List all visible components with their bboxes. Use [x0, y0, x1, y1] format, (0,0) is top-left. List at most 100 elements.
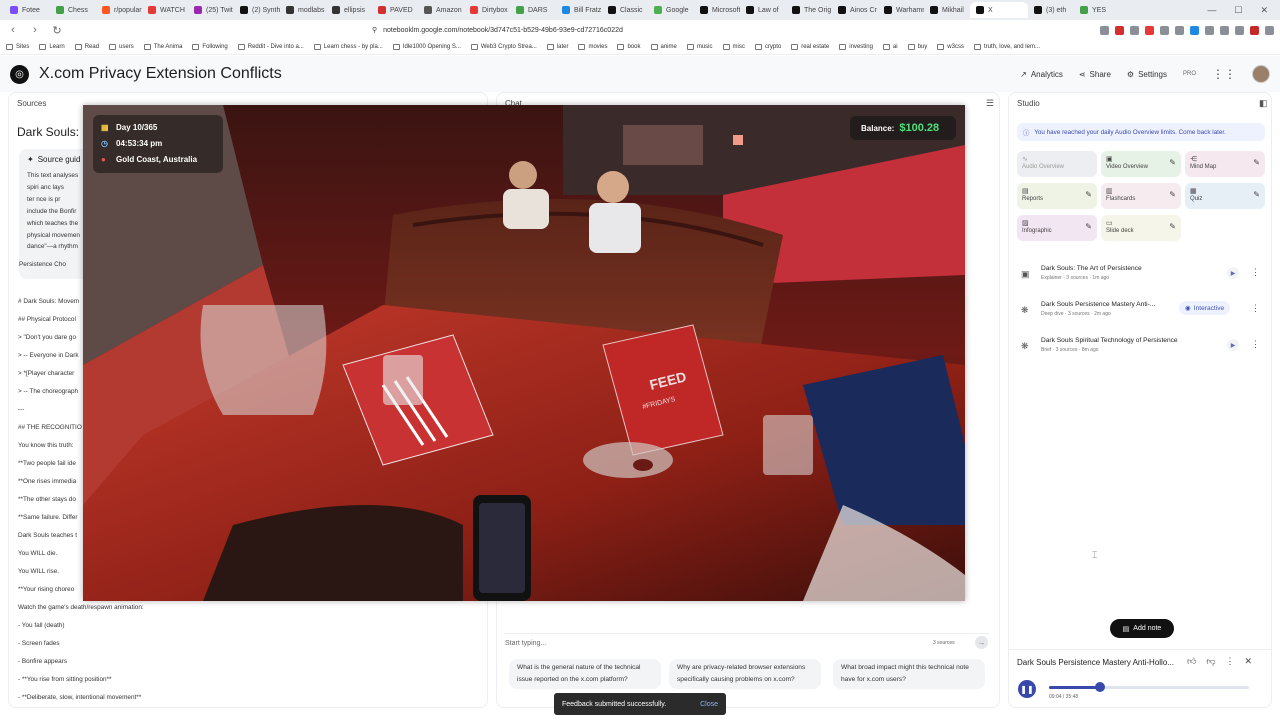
studio-tile[interactable]: ▭ Slide deck ✎ [1101, 215, 1181, 241]
browser-tab[interactable]: ellipsis [326, 2, 372, 18]
extension-icon[interactable] [1160, 25, 1169, 35]
bookmark-item[interactable]: Reddit - Dive into a... [237, 44, 304, 50]
share-button[interactable]: ⋖ Share [1079, 70, 1111, 79]
topic-chip[interactable]: Persistence Cho [19, 261, 66, 268]
bookmark-item[interactable]: Learn chess - by pla... [313, 44, 383, 50]
bookmark-item[interactable]: anime [650, 44, 677, 50]
studio-tile[interactable]: ▤ Reports ✎ [1017, 183, 1097, 209]
play-button[interactable]: ▶ [1227, 339, 1239, 351]
extension-icon[interactable] [1130, 25, 1139, 35]
browser-tab[interactable]: Law of [740, 2, 786, 18]
bookmark-item[interactable]: music [686, 44, 713, 50]
progress-slider[interactable] [1049, 682, 1249, 692]
more-icon[interactable]: ⋮ [1226, 656, 1235, 667]
bookmark-item[interactable]: crypto [754, 44, 781, 50]
bookmark-item[interactable]: later [546, 44, 568, 50]
studio-tile[interactable]: ▨ Infographic ✎ [1017, 215, 1097, 241]
avatar[interactable] [1252, 65, 1270, 83]
suggested-question[interactable]: Why are privacy-related browser extensio… [669, 659, 821, 689]
interactive-button[interactable]: ◉ Interactive [1179, 301, 1231, 315]
notebook-title[interactable]: X.com Privacy Extension Conflicts [39, 65, 282, 83]
bookmark-item[interactable]: buy [907, 44, 927, 50]
browser-tab[interactable]: r/popular [96, 2, 142, 18]
edit-icon[interactable]: ✎ [1169, 222, 1176, 231]
extension-icon[interactable] [1115, 25, 1124, 35]
bookmark-item[interactable]: w3css [937, 44, 964, 50]
studio-tile[interactable]: ▥ Flashcards ✎ [1101, 183, 1181, 209]
close-window-icon[interactable]: ✕ [1260, 5, 1268, 16]
extension-icon[interactable] [1265, 25, 1274, 35]
settings-button[interactable]: ⚙ Settings [1127, 70, 1167, 79]
extension-icon[interactable] [1175, 25, 1184, 35]
bookmark-item[interactable]: Sites [6, 44, 29, 50]
studio-output-item[interactable]: ▣ Dark Souls: The Art of Persistence Expla… [1017, 265, 1265, 285]
browser-tab[interactable]: (25) Twit [188, 2, 234, 18]
minimize-icon[interactable]: — [1207, 5, 1216, 16]
edit-icon[interactable]: ✎ [1085, 190, 1092, 199]
suggested-question[interactable]: What broad impact might this technical n… [833, 659, 985, 689]
add-note-button[interactable]: ▤ Add note [1110, 619, 1174, 638]
notebooklm-logo-icon[interactable]: ◎ [10, 64, 29, 84]
apps-grid-icon[interactable]: ⋮⋮ [1212, 67, 1236, 81]
bookmark-item[interactable]: Following [192, 44, 228, 50]
bookmark-item[interactable]: users [109, 44, 134, 50]
extension-icon[interactable] [1220, 25, 1229, 35]
browser-tab[interactable]: (3) eth [1028, 2, 1074, 18]
browser-tab[interactable]: Classic [602, 2, 648, 18]
browser-tab[interactable]: modlabs [280, 2, 326, 18]
extension-icon[interactable] [1250, 25, 1259, 35]
pause-button[interactable]: ❚❚ [1018, 680, 1036, 698]
extension-icon[interactable] [1235, 25, 1244, 35]
edit-icon[interactable]: ✎ [1253, 190, 1260, 199]
browser-tab[interactable]: DARS [510, 2, 556, 18]
progress-handle[interactable] [1094, 682, 1105, 692]
chat-input[interactable]: Start typing... [505, 633, 989, 653]
studio-tile[interactable]: ⋲ Mind Map ✎ [1185, 151, 1265, 177]
studio-tile[interactable]: ▣ Video Overview ✎ [1101, 151, 1181, 177]
more-icon[interactable]: ⋮ [1251, 267, 1260, 278]
edit-icon[interactable]: ✎ [1169, 158, 1176, 167]
studio-tile[interactable]: ▦ Quiz ✎ [1185, 183, 1265, 209]
analytics-button[interactable]: ↗ Analytics [1020, 70, 1063, 79]
studio-tile[interactable]: ∿ Audio Overview [1017, 151, 1097, 177]
browser-tab[interactable]: Chess [50, 2, 96, 18]
bookmark-item[interactable]: Read [74, 44, 99, 50]
extension-icon[interactable] [1205, 25, 1214, 35]
video-overlay[interactable]: FEED #FRIDAYS ▦ Day 10/365 ◷ 04:53:34 pm… [83, 105, 965, 601]
thumbs-down-icon[interactable]: 👎︎ [1206, 656, 1215, 667]
bookmark-item[interactable]: movies [578, 44, 607, 50]
extension-icon[interactable] [1100, 25, 1109, 35]
browser-tab[interactable]: WATCH [142, 2, 188, 18]
bookmark-item[interactable]: ai [882, 44, 898, 50]
browser-tab[interactable]: Google [648, 2, 694, 18]
browser-tab[interactable]: Bill Fratz [556, 2, 602, 18]
bookmark-item[interactable]: real estate [791, 44, 829, 50]
suggested-question[interactable]: What is the general nature of the techni… [509, 659, 661, 689]
bookmark-item[interactable]: investing [839, 44, 873, 50]
send-button[interactable]: → [975, 636, 988, 649]
studio-output-item[interactable]: ❋ Dark Souls Persistence Mastery Anti-...… [1017, 301, 1265, 321]
edit-icon[interactable]: ✎ [1253, 158, 1260, 167]
more-icon[interactable]: ⋮ [1251, 303, 1260, 314]
browser-tab[interactable]: PAVED [372, 2, 418, 18]
browser-tab[interactable]: Mikhail [924, 2, 970, 18]
extension-icon[interactable] [1190, 25, 1199, 35]
browser-tab[interactable]: Warhamm [878, 2, 924, 18]
more-icon[interactable]: ⋮ [1251, 339, 1260, 350]
forward-icon[interactable]: › [28, 24, 42, 36]
close-icon[interactable]: ✕ [1245, 656, 1253, 667]
browser-tab[interactable]: Dirtybox [464, 2, 510, 18]
bookmark-item[interactable]: Idle1000 Opening S... [392, 44, 461, 50]
bookmark-item[interactable]: truth, love, and lem... [973, 44, 1040, 50]
bookmark-item[interactable]: The Anima [143, 44, 182, 50]
edit-icon[interactable]: ✎ [1169, 190, 1176, 199]
bookmark-item[interactable]: Web3 Crypto Strea... [470, 44, 537, 50]
thumbs-up-icon[interactable]: 👍︎ [1187, 656, 1196, 667]
browser-tab[interactable]: Microsoft [694, 2, 740, 18]
collapse-panel-icon[interactable]: ◧ [1259, 98, 1268, 109]
extension-icon[interactable] [1145, 25, 1154, 35]
bookmark-item[interactable]: misc [722, 44, 745, 50]
browser-tab[interactable]: YES [1074, 2, 1120, 18]
edit-icon[interactable]: ✎ [1085, 222, 1092, 231]
browser-tab[interactable]: Ainos Cr [832, 2, 878, 18]
